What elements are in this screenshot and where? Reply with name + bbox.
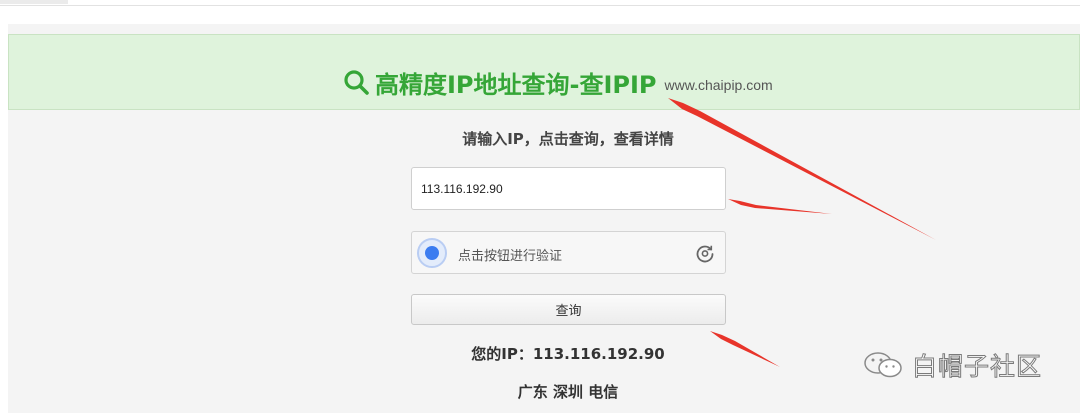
browser-top-strip: [0, 0, 1080, 6]
ip-input[interactable]: [411, 167, 726, 210]
site-domain[interactable]: www.chaipip.com: [665, 77, 773, 93]
browser-tab[interactable]: [0, 0, 68, 4]
search-icon: [344, 70, 369, 95]
page-title: 高精度IP地址查询-查IPIP: [375, 70, 657, 99]
wechat-icon: [864, 352, 902, 378]
captcha-widget[interactable]: 点击按钮进行验证: [411, 231, 726, 274]
form-prompt: 请输入IP，点击查询，查看详情: [462, 130, 674, 148]
query-button[interactable]: 查询: [411, 294, 726, 325]
header-banner: 高精度IP地址查询-查IPIP www.chaipip.com: [8, 34, 1080, 110]
refresh-icon[interactable]: [695, 243, 715, 263]
watermark: 白帽子社区: [862, 348, 1042, 382]
ip-location-text: 广东 深圳 电信: [517, 383, 619, 401]
captcha-label: 点击按钮进行验证: [458, 249, 563, 264]
watermark-text: 白帽子社区: [911, 352, 1043, 382]
header-title-group: 高精度IP地址查询-查IPIP www.chaipip.com: [343, 65, 773, 99]
captcha-check-icon[interactable]: [417, 238, 447, 268]
